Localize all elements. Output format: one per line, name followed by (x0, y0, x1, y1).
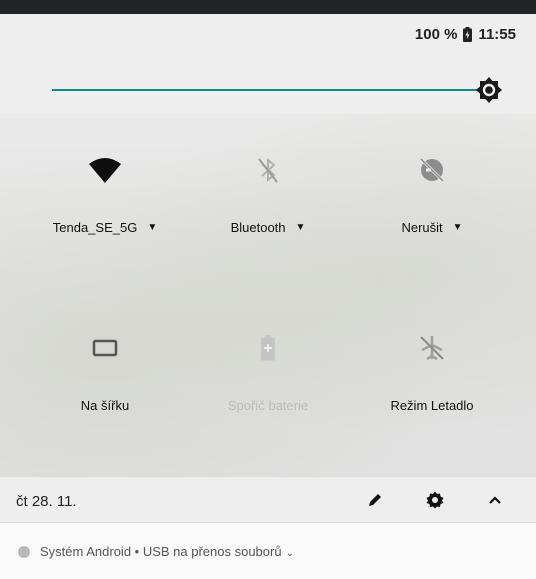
notification-item[interactable]: Systém Android • USB na přenos souborů ⌄ (0, 522, 536, 579)
tile-rotation[interactable]: Na šířku (25, 330, 185, 415)
tile-battery-saver[interactable]: Spořič baterie (188, 330, 348, 415)
top-edge (0, 0, 536, 14)
brightness-slider[interactable] (52, 76, 502, 104)
tile-do-not-disturb-label[interactable]: Nerušit ▼ (401, 220, 462, 235)
screen-rotation-icon (25, 330, 185, 366)
bluetooth-off-icon (188, 152, 348, 188)
tile-bluetooth-label[interactable]: Bluetooth ▼ (231, 220, 306, 235)
wifi-icon (25, 152, 185, 188)
tile-battery-saver-label[interactable]: Spořič baterie (228, 398, 308, 413)
chevron-up-icon[interactable] (484, 489, 506, 511)
tile-rotation-label[interactable]: Na šířku (81, 398, 129, 413)
brightness-icon[interactable] (475, 76, 503, 104)
quick-settings-footer: čt 28. 11. (0, 476, 536, 522)
battery-icon (463, 27, 473, 42)
tile-wifi-label[interactable]: Tenda_SE_5G ▼ (53, 220, 157, 235)
tile-airplane-mode[interactable]: Režim Letadlo (352, 330, 512, 415)
clock: 11:55 (478, 26, 516, 43)
status-bar: 100 % 11:55 (415, 26, 516, 43)
tile-do-not-disturb[interactable]: Nerušit ▼ (352, 152, 512, 237)
brightness-track[interactable] (52, 89, 489, 91)
android-system-icon (18, 546, 30, 558)
airplane-mode-off-icon (352, 330, 512, 366)
quick-settings-panel: 100 % 11:55 Tenda_SE_5G ▼ Bluetooth ▼ Ne… (0, 14, 536, 522)
expand-chevron-icon[interactable]: ⌄ (286, 548, 294, 559)
tile-wifi[interactable]: Tenda_SE_5G ▼ (25, 152, 185, 237)
battery-saver-icon (188, 330, 348, 366)
pencil-icon[interactable] (364, 489, 386, 511)
tile-airplane-mode-label[interactable]: Režim Letadlo (390, 398, 473, 413)
date-label: čt 28. 11. (16, 493, 77, 510)
notification-text: Systém Android • USB na přenos souborů ⌄ (40, 544, 294, 559)
chevron-down-icon[interactable]: ▼ (147, 222, 157, 233)
battery-percent: 100 % (414, 26, 458, 43)
tile-bluetooth[interactable]: Bluetooth ▼ (188, 152, 348, 237)
gear-icon[interactable] (424, 489, 446, 511)
chevron-down-icon[interactable]: ▼ (296, 222, 306, 233)
do-not-disturb-off-icon (352, 152, 512, 188)
chevron-down-icon[interactable]: ▼ (453, 222, 463, 233)
